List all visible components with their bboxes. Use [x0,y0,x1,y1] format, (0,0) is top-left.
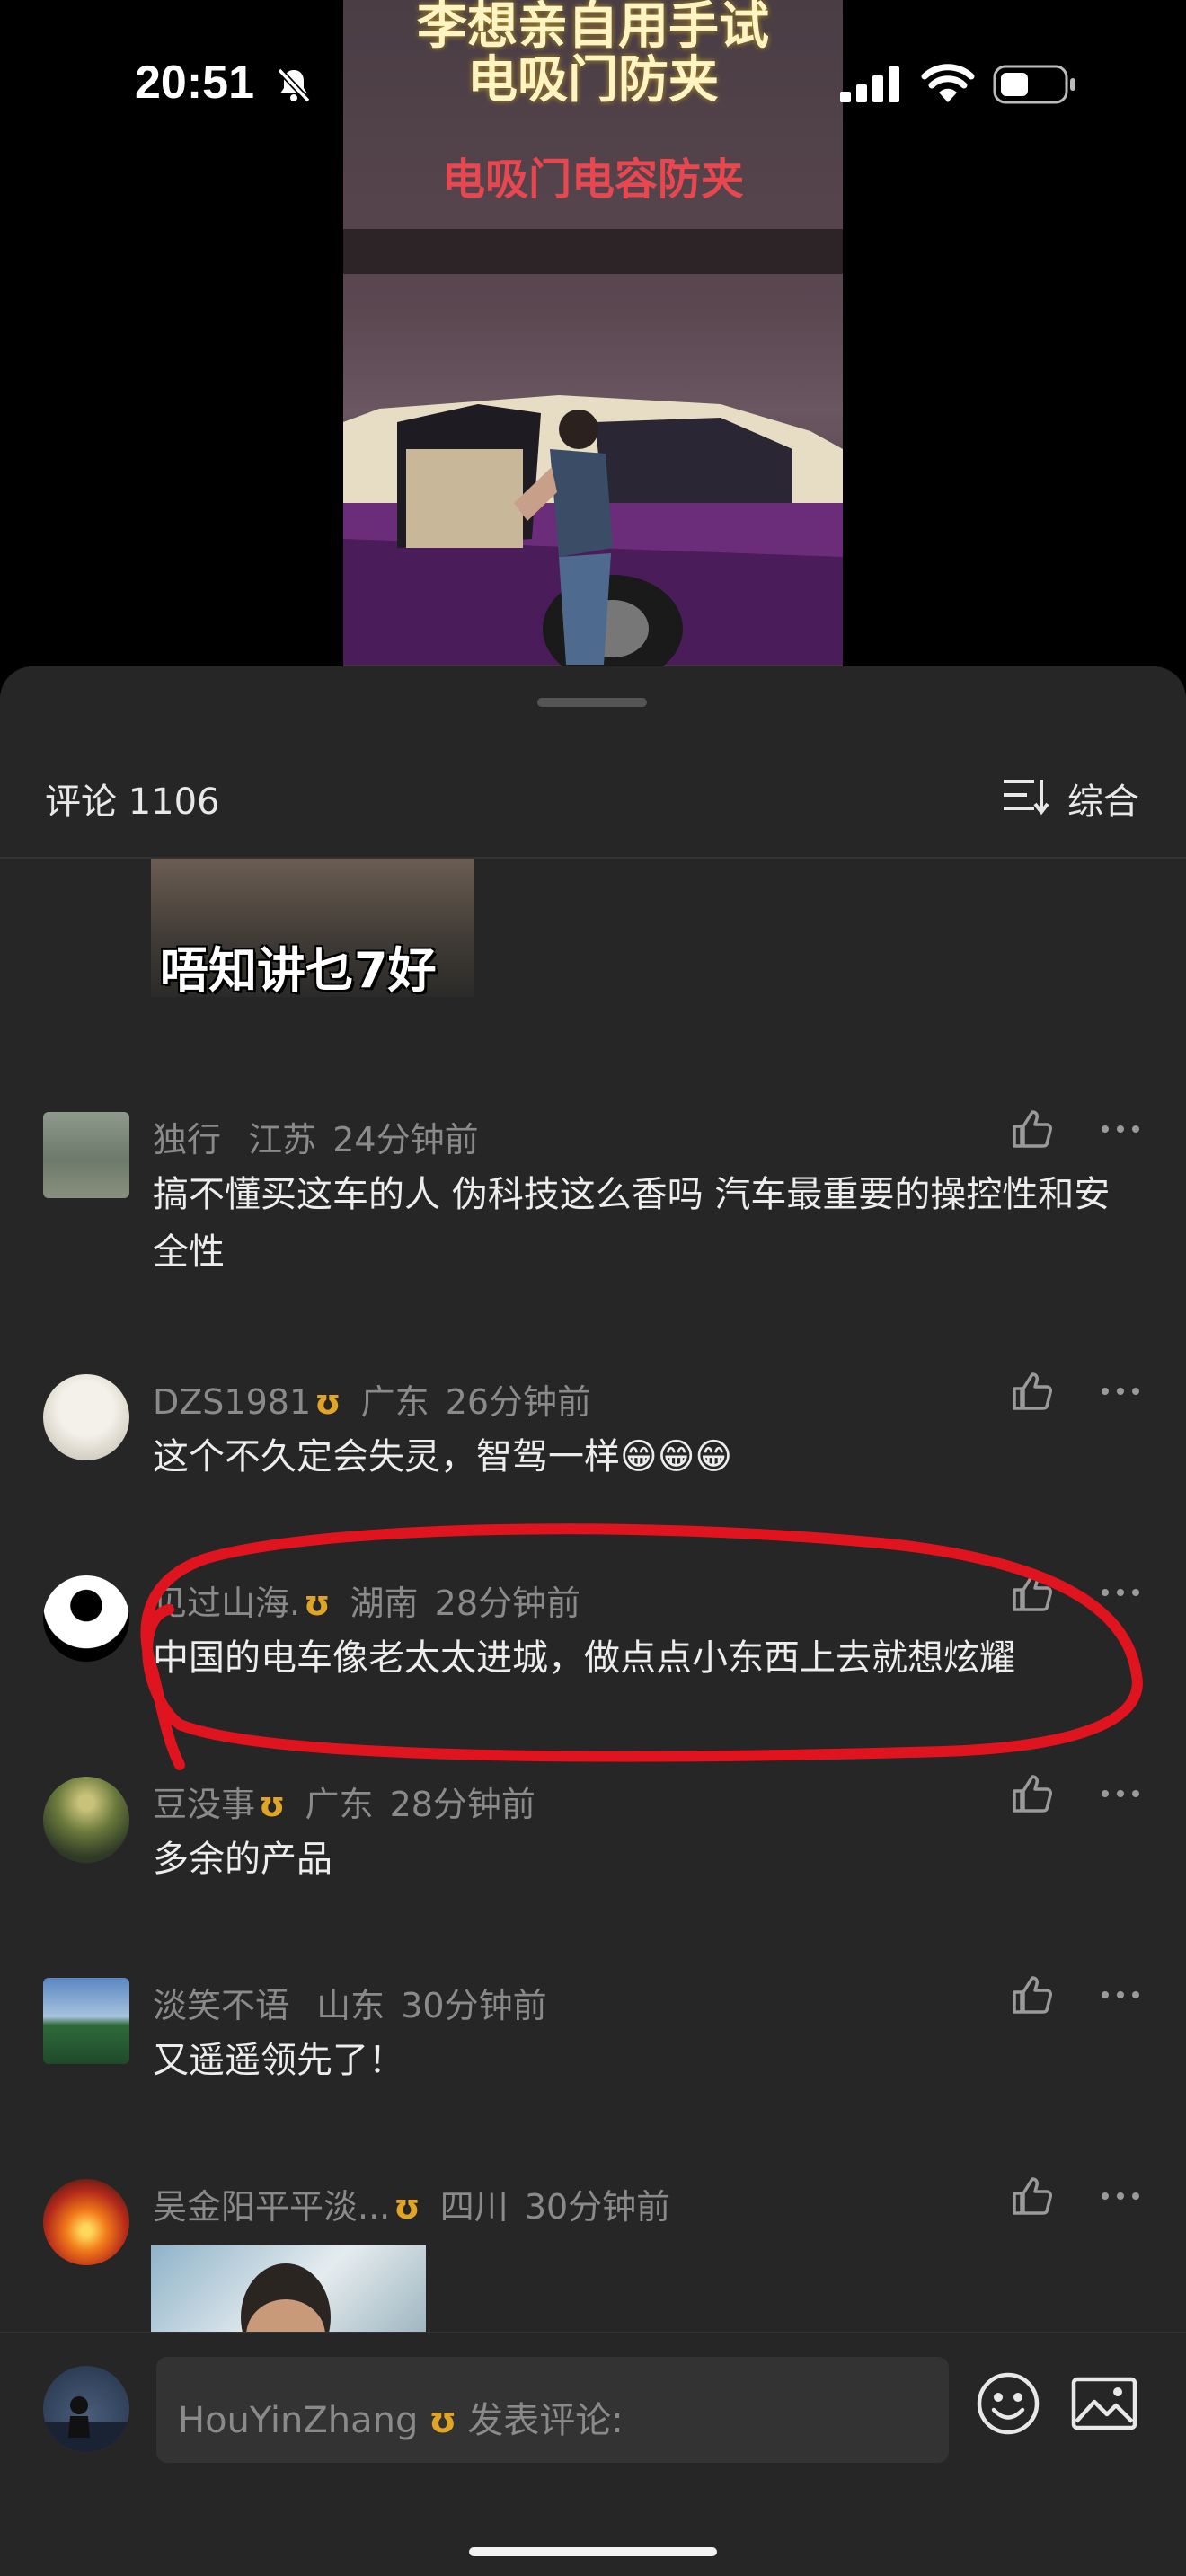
like-icon[interactable] [1011,1773,1052,1814]
comment-meta: 独行 江苏 24分钟前 [153,1112,479,1161]
avatar[interactable] [43,1112,129,1198]
avatar[interactable] [43,1978,129,2064]
more-icon[interactable] [1101,1588,1140,1597]
composer-placeholder: 发表评论: [467,2400,624,2441]
image-icon[interactable] [1071,2377,1137,2430]
vip-badge-icon: ʊ [314,1382,341,1422]
comment-image[interactable] [151,2245,426,2335]
timestamp: 28分钟前 [434,1584,581,1623]
avatar[interactable] [43,2179,129,2265]
timestamp: 26分钟前 [445,1382,592,1422]
comment-image[interactable]: 唔知讲乜7好 [151,859,474,997]
like-icon[interactable] [1011,1974,1052,2016]
sort-icon[interactable] [1002,776,1049,816]
comment-text: 又遥遥领先了！ [153,2040,404,2081]
my-avatar[interactable] [43,2366,129,2452]
username[interactable]: 独行 [153,1120,221,1160]
image-caption: 唔知讲乜7好 [160,942,437,997]
comment-input[interactable]: HouYinZhang ʊ 发表评论: [156,2357,949,2463]
timestamp: 30分钟前 [524,2187,671,2227]
username[interactable]: 淡笑不语 [153,1986,289,2025]
region: 广东 [360,1382,429,1422]
like-icon[interactable] [1011,1572,1052,1613]
composer-username: HouYinZhang [178,2400,419,2441]
drag-handle[interactable] [537,698,647,707]
wifi-icon [921,64,975,102]
region: 广东 [305,1785,374,1824]
status-time: 20:51 [135,57,254,109]
more-icon[interactable] [1101,1789,1140,1798]
vip-badge-icon: ʊ [429,2400,457,2441]
vip-badge-icon: ʊ [304,1584,331,1623]
username[interactable]: 吴金阳平平淡... [153,2187,390,2227]
avatar[interactable] [43,1777,129,1863]
timestamp: 28分钟前 [389,1785,535,1824]
more-icon[interactable] [1101,1125,1140,1134]
signal-icon [840,66,899,102]
sort-label[interactable]: 综合 [1067,772,1139,825]
region: 山东 [316,1986,385,2025]
bell-muted-icon [277,67,311,103]
vip-badge-icon: ʊ [394,2187,420,2227]
avatar[interactable] [43,1374,129,1460]
timestamp: 24分钟前 [332,1120,479,1160]
region: 湖南 [350,1584,419,1623]
more-icon[interactable] [1101,1990,1140,1999]
emoji-icon[interactable] [976,2371,1040,2436]
comment-text: 中国的电车像老太太进城，做点点小东西上去就想炫耀 [153,1637,1015,1679]
comment-meta: 淡笑不语 山东 30分钟前 [153,1978,547,2027]
comment-text: 这个不久定会失灵，智驾一样😁😁😁 [153,1436,733,1478]
timestamp: 30分钟前 [401,1986,547,2025]
battery-icon [993,65,1075,104]
region: 江苏 [248,1120,317,1160]
comment-composer: HouYinZhang ʊ 发表评论: [0,2332,1186,2576]
avatar[interactable] [43,1575,129,1662]
like-icon[interactable] [1011,1108,1052,1150]
username[interactable]: 豆没事 [153,1785,255,1824]
comment-meta: 豆没事 ʊ 广东 28分钟前 [153,1777,535,1826]
comment-meta: 吴金阳平平淡... ʊ 四川 30分钟前 [153,2179,670,2228]
username[interactable]: 见过山海. [153,1584,300,1623]
vip-badge-icon: ʊ [259,1785,286,1824]
comment-text: 多余的产品 [153,1839,332,1880]
like-icon[interactable] [1011,2175,1052,2217]
comments-count: 评论 1106 [45,781,220,823]
more-icon[interactable] [1101,1387,1140,1396]
status-bar: 20:51 [0,0,1186,171]
username[interactable]: DZS1981 [153,1382,311,1422]
comment-meta: 见过山海. ʊ 湖南 28分钟前 [153,1575,580,1625]
comment-text: 搞不懂买这车的人 伪科技这么香吗 汽车最重要的操控性和安全性 [153,1174,1111,1273]
photo-thumbnail [241,2263,331,2335]
like-icon[interactable] [1011,1371,1052,1412]
home-indicator[interactable] [469,2547,717,2556]
region: 四川 [439,2187,509,2227]
more-icon[interactable] [1101,2192,1140,2201]
comment-meta: DZS1981 ʊ 广东 26分钟前 [153,1374,591,1424]
